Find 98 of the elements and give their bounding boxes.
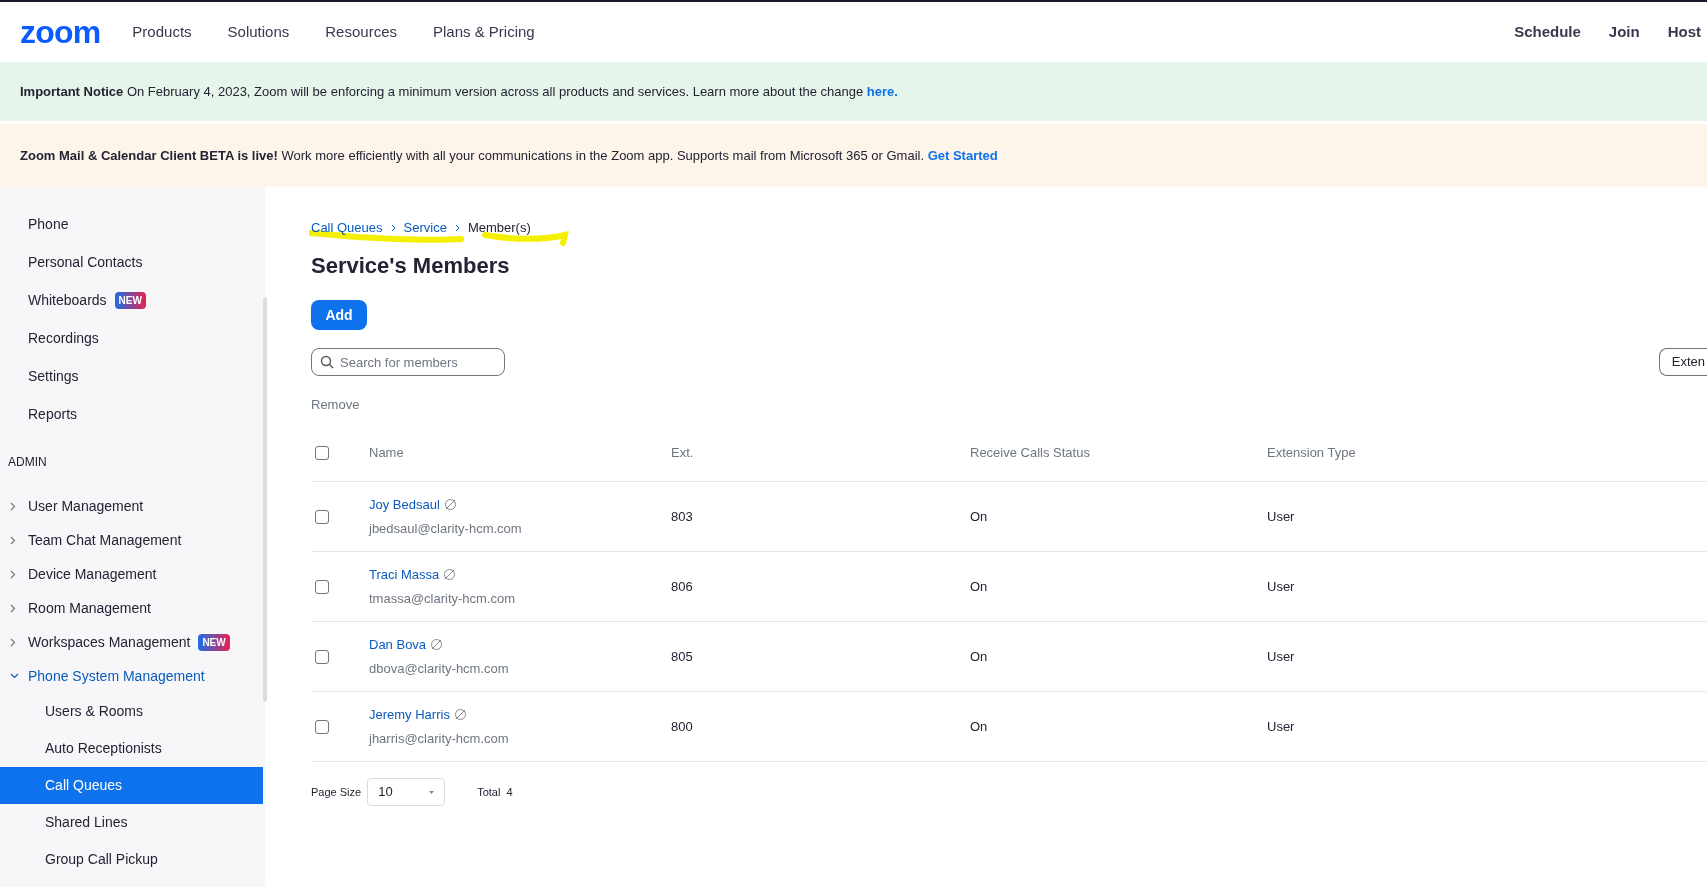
table-cell-text: 803: [671, 507, 694, 526]
sidebar-label: Reports: [28, 404, 78, 424]
sidebar-item[interactable]: Reports: [0, 395, 263, 433]
sidebar-item[interactable]: Personal Contacts: [0, 243, 263, 281]
sidebar-item[interactable]: Recordings: [0, 319, 263, 357]
table-cell-text: 806: [671, 577, 694, 596]
checkbox[interactable]: [315, 579, 329, 594]
sidebar-label: Personal Contacts: [28, 252, 143, 272]
member-email: jharris@clarity-hcm.com: [369, 729, 510, 748]
sidebar-label: Phone System Management: [28, 666, 205, 686]
chevron-right-icon: [10, 603, 16, 613]
sidebar-label: Whiteboards: [28, 290, 107, 310]
nav-link[interactable]: Host: [1667, 20, 1701, 44]
column-header: Name: [369, 443, 405, 462]
nav-link[interactable]: Plans & Pricing: [433, 20, 535, 44]
search-icon: [320, 355, 334, 369]
sidebar-subitem[interactable]: Shared Lines: [0, 804, 263, 841]
total-count: 4: [506, 784, 513, 800]
chevron-right-icon: [454, 224, 460, 232]
member-email: dbova@clarity-hcm.com: [369, 659, 510, 678]
slashed-circle-icon: [430, 638, 444, 652]
sidebar-label: Recordings: [28, 328, 99, 348]
page-size-select[interactable]: 10: [367, 778, 446, 806]
breadcrumb-link[interactable]: Service: [403, 218, 447, 238]
column-header: Receive Calls Status: [970, 443, 1091, 462]
sidebar-group[interactable]: Workspaces Management NEW: [0, 625, 263, 659]
sidebar-group[interactable]: User Management: [0, 489, 263, 523]
sidebar-group[interactable]: Team Chat Management: [0, 523, 263, 557]
caret-icon: [429, 790, 435, 794]
sidebar-subitem[interactable]: Auto Receptionists: [0, 730, 263, 767]
column-header: Ext.: [671, 443, 695, 462]
slashed-circle-icon: [453, 708, 467, 722]
member-email: tmassa@clarity-hcm.com: [369, 589, 517, 608]
sidebar-label: Room Management: [28, 598, 151, 618]
chevron-right-icon: [390, 224, 396, 232]
notice-text: Zoom Mail & Calendar Client BETA is live! Work more efficiently with all your communications in the Zoom app. Supports mail from Microsoft 365 or Gmail. Get Started: [20, 146, 998, 165]
member-name-link[interactable]: Joy Bedsaul: [369, 495, 440, 515]
slashed-circle-icon: [443, 568, 457, 582]
column-header: Extension Type: [1267, 443, 1357, 462]
sidebar-label: User Management: [28, 496, 144, 516]
sidebar-label: Phone: [28, 214, 69, 234]
remove-action[interactable]: Remove: [311, 397, 360, 412]
member-name-link[interactable]: Jeremy Harris: [369, 705, 450, 725]
sidebar-group[interactable]: Phone System Management: [0, 659, 263, 693]
extension-filter-button[interactable]: Exten: [1658, 348, 1707, 376]
nav-link[interactable]: Join: [1608, 20, 1640, 44]
table-cell-text: On: [970, 647, 989, 666]
member-name-link[interactable]: Dan Bova: [369, 635, 427, 655]
sidebar-label: Settings: [28, 366, 79, 386]
table-cell-text: On: [970, 507, 989, 526]
page-title: Service's Members: [311, 252, 511, 280]
sidebar-subitem[interactable]: Users & Rooms: [0, 693, 263, 730]
checkbox[interactable]: [315, 649, 329, 664]
notice-link[interactable]: Get Started: [927, 147, 998, 163]
new-badge: NEW: [198, 633, 230, 651]
table-cell-text: User: [1267, 647, 1296, 666]
table-cell-text: User: [1267, 507, 1296, 526]
nav-link[interactable]: Schedule: [1514, 20, 1581, 44]
sidebar-label: Workspaces Management: [28, 632, 191, 652]
sidebar-item[interactable]: Settings: [0, 357, 263, 395]
sidebar-item[interactable]: Whiteboards NEW: [0, 281, 263, 319]
checkbox[interactable]: [315, 509, 329, 524]
chevron-down-icon: [10, 673, 19, 679]
search-field[interactable]: Search for members: [311, 348, 505, 376]
table-cell-text: User: [1267, 717, 1296, 736]
nav-link[interactable]: Resources: [325, 20, 397, 44]
breadcrumb-current: Member(s): [467, 219, 531, 238]
table-cell-text: On: [970, 577, 989, 596]
sidebar-subitem[interactable]: Group Call Pickup: [0, 841, 263, 878]
slashed-circle-icon: [443, 498, 457, 512]
table-cell-text: 800: [671, 717, 694, 736]
chevron-right-icon: [10, 501, 16, 511]
nav-link[interactable]: Solutions: [227, 20, 290, 44]
table-cell-text: 805: [671, 647, 694, 666]
new-badge: NEW: [114, 291, 146, 309]
checkbox[interactable]: [315, 719, 329, 734]
sidebar-group[interactable]: Device Management: [0, 557, 263, 591]
page-size-label: Page Size: [311, 784, 362, 800]
nav-link[interactable]: Products: [132, 20, 192, 44]
notice-text: Important Notice On February 4, 2023, Zoom will be enforcing a minimum version across all products and services. Learn more about the change here.: [20, 82, 898, 101]
sidebar-label: Team Chat Management: [28, 530, 182, 550]
chevron-right-icon: [10, 535, 16, 545]
table-cell-text: On: [970, 717, 989, 736]
notice-link[interactable]: here.: [866, 83, 898, 99]
member-name-link[interactable]: Traci Massa: [369, 565, 440, 585]
zoom-logo[interactable]: zoom: [20, 16, 101, 48]
table-cell-text: User: [1267, 577, 1296, 596]
chevron-right-icon: [10, 637, 16, 647]
sidebar-subitem[interactable]: Call Queues: [0, 767, 263, 804]
section-heading: ADMIN: [7, 454, 48, 471]
total-label: Total: [477, 784, 501, 800]
chevron-right-icon: [10, 569, 16, 579]
member-email: jbedsaul@clarity-hcm.com: [369, 519, 523, 538]
sidebar-group[interactable]: Room Management: [0, 591, 263, 625]
checkbox[interactable]: [315, 445, 329, 460]
sidebar-label: Device Management: [28, 564, 157, 584]
sidebar-item[interactable]: Phone: [0, 205, 263, 243]
add-button[interactable]: Add: [311, 300, 367, 330]
